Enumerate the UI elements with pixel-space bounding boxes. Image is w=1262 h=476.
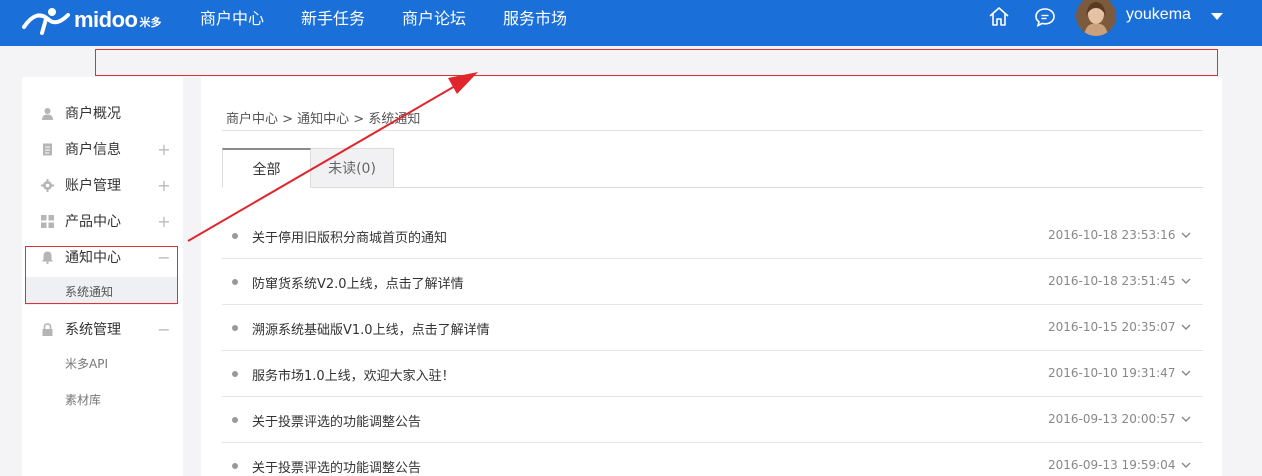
- user-icon: [42, 107, 53, 120]
- bullet-icon: [232, 279, 238, 285]
- tab-unread[interactable]: 未读(0): [311, 148, 394, 188]
- chevron-down-icon[interactable]: [1180, 321, 1192, 333]
- home-icon[interactable]: [987, 5, 1011, 29]
- lock-icon: [42, 322, 53, 336]
- notice-time: 2016-09-13 19:59:04: [1048, 458, 1176, 472]
- document-icon: [43, 143, 52, 155]
- breadcrumb: 商户中心 > 通知中心 > 系统通知: [226, 112, 421, 127]
- chevron-down-icon[interactable]: [1180, 459, 1192, 471]
- notice-row[interactable]: 防窜货系统V2.0上线，点击了解详情 2016-10-18 23:51:45: [222, 259, 1203, 305]
- gear-icon: [41, 178, 54, 192]
- sidebar-subitem-material-library[interactable]: 素材库: [22, 385, 183, 413]
- sidebar-subitem-system-notice[interactable]: 系统通知: [25, 277, 177, 305]
- notice-row[interactable]: 溯源系统基础版V1.0上线，点击了解详情 2016-10-15 20:35:07: [222, 305, 1203, 351]
- sidebar-item-label: 产品中心: [65, 214, 121, 230]
- sidebar: 商户概况 商户信息 + 账户管理 + 产品中心 + 通知中心 − 系统通知 系统…: [22, 77, 183, 476]
- bullet-icon: [232, 463, 238, 469]
- tab-label: 未读(0): [328, 161, 376, 177]
- chevron-down-icon[interactable]: [1180, 367, 1192, 379]
- notice-title[interactable]: 关于投票评选的功能调整公告: [252, 411, 421, 430]
- sidebar-subitem-label: 米多API: [65, 356, 108, 371]
- notice-title[interactable]: 服务市场1.0上线，欢迎大家入驻！: [252, 365, 455, 384]
- sidebar-item-account-management[interactable]: 账户管理 +: [22, 167, 183, 203]
- sidebar-item-label: 系统管理: [65, 322, 121, 338]
- sidebar-item-system-management[interactable]: 系统管理 −: [22, 311, 183, 347]
- notice-row[interactable]: 服务市场1.0上线，欢迎大家入驻！ 2016-10-10 19:31:47: [222, 351, 1203, 397]
- main-panel: 商户中心 > 通知中心 > 系统通知 全部 未读(0) 关于停用旧版积分商城首页…: [201, 77, 1222, 476]
- notice-time: 2016-10-18 23:51:45: [1048, 274, 1176, 288]
- sidebar-item-notification-center[interactable]: 通知中心 −: [22, 239, 183, 275]
- message-icon[interactable]: [1033, 5, 1057, 29]
- notice-title[interactable]: 关于投票评选的功能调整公告: [252, 457, 421, 476]
- collapse-icon[interactable]: −: [157, 320, 171, 339]
- sidebar-subitem-label: 系统通知: [65, 284, 114, 299]
- midoo-logo[interactable]: midoo 米多: [22, 4, 162, 36]
- logo-text: midoo: [74, 7, 138, 32]
- main-nav: 商户中心 新手任务 商户论坛 服务市场: [200, 0, 604, 34]
- chevron-down-icon[interactable]: [1180, 275, 1192, 287]
- notice-row[interactable]: 关于投票评选的功能调整公告 2016-09-13 20:00:57: [222, 397, 1203, 443]
- username[interactable]: youkema: [1126, 6, 1191, 24]
- tab-label: 全部: [252, 161, 281, 178]
- nav-merchant-forum[interactable]: 商户论坛: [402, 5, 466, 29]
- notice-row[interactable]: 关于投票评选的功能调整公告 2016-09-13 19:59:04: [222, 443, 1203, 476]
- notice-time: 2016-10-15 20:35:07: [1048, 320, 1176, 334]
- notice-title[interactable]: 关于停用旧版积分商城首页的通知: [252, 227, 447, 246]
- chevron-down-icon[interactable]: [1180, 229, 1192, 241]
- expand-icon[interactable]: +: [157, 140, 171, 159]
- notice-title[interactable]: 防窜货系统V2.0上线，点击了解详情: [252, 273, 464, 292]
- bullet-icon: [232, 417, 238, 423]
- sidebar-item-product-center[interactable]: 产品中心 +: [22, 203, 183, 239]
- notice-time: 2016-09-13 20:00:57: [1048, 412, 1176, 426]
- notice-title[interactable]: 溯源系统基础版V1.0上线，点击了解详情: [252, 319, 490, 338]
- bell-icon: [42, 251, 53, 264]
- sidebar-subitem-midoo-api[interactable]: 米多API: [22, 349, 183, 377]
- sidebar-item-label: 通知中心: [65, 250, 121, 266]
- logo-subtext: 米多: [139, 16, 162, 29]
- notice-time: 2016-10-18 23:53:16: [1048, 228, 1176, 242]
- announcement-bar: [95, 49, 1218, 76]
- collapse-icon[interactable]: −: [157, 248, 171, 267]
- sidebar-subitem-label: 素材库: [65, 392, 102, 407]
- nav-beginner-tasks[interactable]: 新手任务: [301, 5, 365, 29]
- bullet-icon: [232, 233, 238, 239]
- sidebar-item-label: 商户概况: [65, 106, 121, 122]
- sidebar-item-label: 账户管理: [65, 178, 121, 194]
- bullet-icon: [232, 371, 238, 377]
- bullet-icon: [232, 325, 238, 331]
- tab-all[interactable]: 全部: [222, 148, 311, 188]
- nav-service-market[interactable]: 服务市场: [503, 5, 567, 29]
- chevron-down-icon[interactable]: [1180, 413, 1192, 425]
- divider: [222, 130, 1203, 131]
- notice-row[interactable]: 关于停用旧版积分商城首页的通知 2016-10-18 23:53:16: [222, 213, 1203, 259]
- nav-merchant-center[interactable]: 商户中心: [200, 5, 264, 29]
- user-avatar[interactable]: [1076, 0, 1116, 36]
- grid-icon: [41, 214, 54, 228]
- notice-time: 2016-10-10 19:31:47: [1048, 366, 1176, 380]
- midoo-logo-icon: [22, 8, 70, 35]
- sidebar-item-merchant-overview[interactable]: 商户概况: [22, 95, 183, 131]
- expand-icon[interactable]: +: [157, 176, 171, 195]
- sidebar-item-merchant-info[interactable]: 商户信息 +: [22, 131, 183, 167]
- top-navigation-bar: midoo 米多 商户中心 新手任务 商户论坛 服务市场 youkema: [0, 0, 1262, 46]
- expand-icon[interactable]: +: [157, 212, 171, 231]
- sidebar-item-label: 商户信息: [65, 142, 121, 158]
- chevron-down-icon[interactable]: [1211, 13, 1223, 20]
